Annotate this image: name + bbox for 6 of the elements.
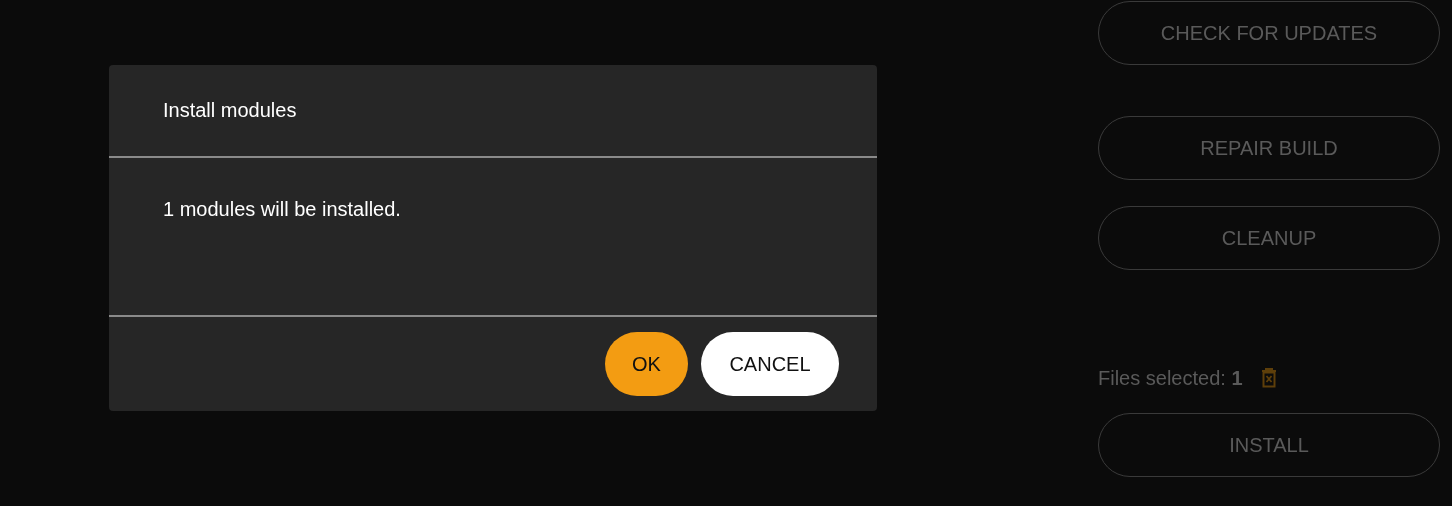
- ok-button[interactable]: OK: [605, 332, 688, 396]
- cancel-button[interactable]: CANCEL: [701, 332, 839, 396]
- trash-icon[interactable]: [1260, 368, 1277, 388]
- files-selected-text: Files selected: 1: [1098, 366, 1243, 390]
- dialog-title: Install modules: [163, 99, 297, 122]
- dialog-message: 1 modules will be installed.: [163, 198, 401, 220]
